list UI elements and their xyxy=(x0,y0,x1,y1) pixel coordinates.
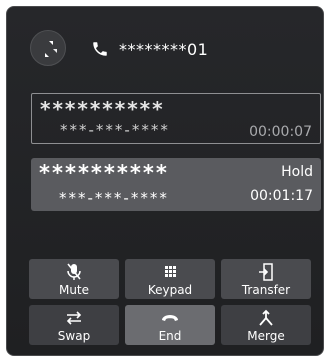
caller-number: ***-***-**** xyxy=(59,189,169,207)
swap-arrows-icon xyxy=(66,311,82,325)
merge-label: Merge xyxy=(247,329,285,343)
transfer-label: Transfer xyxy=(241,283,291,297)
keypad-icon xyxy=(165,266,176,277)
call-header-bar: ********01 xyxy=(7,7,323,77)
mute-button[interactable]: Mute xyxy=(29,259,119,299)
active-call-card[interactable]: ********** ***-***-**** 00:00:07 xyxy=(31,93,321,144)
active-call-summary: ********01 xyxy=(91,37,208,61)
call-status: Hold xyxy=(281,164,313,180)
header-phone-number: ********01 xyxy=(119,39,209,59)
phone-icon xyxy=(93,42,107,56)
minimize-button[interactable] xyxy=(30,30,66,66)
call-panel: ********01 ********** ***-***-**** 00:00… xyxy=(6,6,324,356)
call-duration: 00:01:17 xyxy=(250,188,313,204)
minimize-arrows-icon xyxy=(45,41,57,57)
end-call-icon xyxy=(162,315,178,321)
keypad-label: Keypad xyxy=(147,283,193,297)
merge-button[interactable]: Merge xyxy=(221,305,311,345)
transfer-icon xyxy=(259,263,273,281)
held-call-card[interactable]: ********** Hold ***-***-**** 00:01:17 xyxy=(31,158,321,211)
swap-label: Swap xyxy=(57,329,91,343)
mute-mic-icon xyxy=(67,263,81,280)
mute-label: Mute xyxy=(58,283,90,297)
end-call-button[interactable]: End xyxy=(125,305,215,345)
merge-icon xyxy=(259,309,273,326)
end-label: End xyxy=(158,329,182,343)
call-duration: 00:00:07 xyxy=(249,124,312,140)
caller-name: ********** xyxy=(39,161,169,185)
caller-number: ***-***-**** xyxy=(60,121,170,139)
caller-name: ********** xyxy=(40,97,165,121)
keypad-button[interactable]: Keypad xyxy=(125,259,215,299)
transfer-button[interactable]: Transfer xyxy=(221,259,311,299)
swap-button[interactable]: Swap xyxy=(29,305,119,345)
